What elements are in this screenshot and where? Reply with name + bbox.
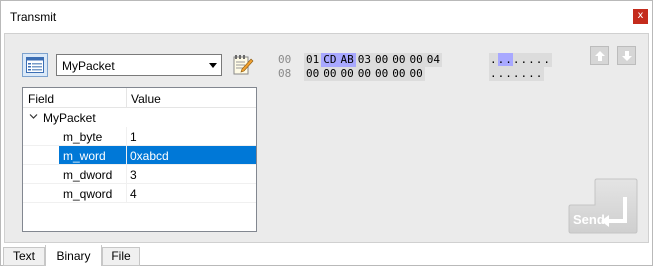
field-name: m_dword xyxy=(63,168,113,182)
cell-divider xyxy=(126,184,127,203)
hex-byte[interactable]: 00 xyxy=(339,67,356,81)
binary-tab-panel: MyPacket 00 01 CD AB 03 00 00 00 04........ 08 00 0… xyxy=(4,33,649,243)
title-bar[interactable]: Transmit x xyxy=(1,1,652,33)
field-name: m_byte xyxy=(63,130,103,144)
value-column-header[interactable]: Value xyxy=(131,92,161,106)
field-name: m_word xyxy=(63,149,106,163)
tab-file[interactable]: File xyxy=(102,247,140,266)
hex-byte[interactable]: 00 xyxy=(390,67,407,81)
packet-type-select[interactable]: MyPacket xyxy=(56,54,222,76)
hex-row[interactable]: 00 01 CD AB 03 00 00 00 04........ xyxy=(278,53,552,67)
arrow-up-icon xyxy=(595,51,605,61)
hex-byte[interactable]: 00 xyxy=(304,67,321,81)
tree-field-row[interactable]: m_qword 4 xyxy=(23,184,256,203)
hex-byte[interactable]: 00 xyxy=(408,67,425,81)
hex-byte[interactable]: 00 xyxy=(321,67,338,81)
tab-text[interactable]: Text xyxy=(3,247,45,266)
hex-row[interactable]: 08 00 00 00 00 00 00 00....... xyxy=(278,67,545,81)
cell-divider xyxy=(126,146,127,165)
field-value[interactable]: 4 xyxy=(130,187,137,201)
close-button[interactable]: x xyxy=(633,9,648,24)
send-enter-icon: Send xyxy=(568,178,638,234)
send-button[interactable]: Send xyxy=(567,177,639,235)
hex-byte[interactable]: 04 xyxy=(425,53,442,67)
tree-field-row[interactable]: m_word 0xabcd xyxy=(23,146,256,165)
hex-ascii[interactable]: ....... xyxy=(489,67,545,81)
hex-byte[interactable]: 03 xyxy=(356,53,373,67)
chevron-down-icon[interactable] xyxy=(29,113,38,120)
hex-offset: 08 xyxy=(278,67,292,80)
structure-view-button[interactable] xyxy=(22,53,48,77)
move-down-button[interactable] xyxy=(617,46,636,65)
hex-bytes[interactable]: 01 CD AB 03 00 00 00 04 xyxy=(304,53,442,67)
hex-view[interactable]: 00 01 CD AB 03 00 00 00 04........ 08 00 00 00 00 00 00… xyxy=(278,53,552,81)
hex-byte[interactable]: 00 xyxy=(408,53,425,67)
field-value[interactable]: 1 xyxy=(130,130,137,144)
payload-tabs: Text Binary File xyxy=(1,245,652,266)
chevron-down-icon xyxy=(209,63,217,68)
tab-binary[interactable]: Binary xyxy=(45,245,102,266)
notepad-pencil-icon xyxy=(233,55,254,75)
hex-bytes[interactable]: 00 00 00 00 00 00 00 xyxy=(304,67,425,81)
transmit-window: Transmit x MyPacket 00 01 CD AB 03 00 00… xyxy=(0,0,653,266)
window-title: Transmit xyxy=(10,10,57,24)
row-gridline xyxy=(23,202,256,203)
send-label: Send xyxy=(573,212,605,227)
move-up-button[interactable] xyxy=(590,46,609,65)
structure-list-icon xyxy=(26,57,44,73)
field-column-header[interactable]: Field xyxy=(28,92,54,106)
arrow-down-icon xyxy=(622,51,632,61)
packet-type-value: MyPacket xyxy=(62,59,115,73)
cell-divider xyxy=(126,165,127,184)
hex-byte[interactable]: AB xyxy=(338,53,356,67)
hex-byte[interactable]: 00 xyxy=(390,53,407,67)
field-value[interactable]: 0xabcd xyxy=(130,149,169,163)
hex-byte[interactable]: 01 xyxy=(304,53,321,67)
edit-packet-button[interactable] xyxy=(232,53,254,77)
hex-ascii[interactable]: ........ xyxy=(489,53,552,67)
field-value[interactable]: 3 xyxy=(130,168,137,182)
column-divider[interactable] xyxy=(126,88,127,108)
hex-byte[interactable]: 00 xyxy=(373,53,390,67)
hex-offset: 00 xyxy=(278,53,292,66)
tree-field-row[interactable]: m_byte 1 xyxy=(23,127,256,146)
hex-byte[interactable]: 00 xyxy=(356,67,373,81)
field-name: m_qword xyxy=(63,187,113,201)
tree-field-row[interactable]: m_dword 3 xyxy=(23,165,256,184)
tree-header: Field Value xyxy=(23,88,256,108)
cell-divider xyxy=(126,127,127,146)
tree-root-label: MyPacket xyxy=(43,111,96,125)
tree-root-row[interactable]: MyPacket xyxy=(23,108,256,127)
hex-byte[interactable]: 00 xyxy=(373,67,390,81)
packet-field-tree[interactable]: Field Value MyPacket m_byte 1 m_word 0xabcd… xyxy=(22,87,257,232)
hex-byte[interactable]: CD xyxy=(321,53,339,67)
